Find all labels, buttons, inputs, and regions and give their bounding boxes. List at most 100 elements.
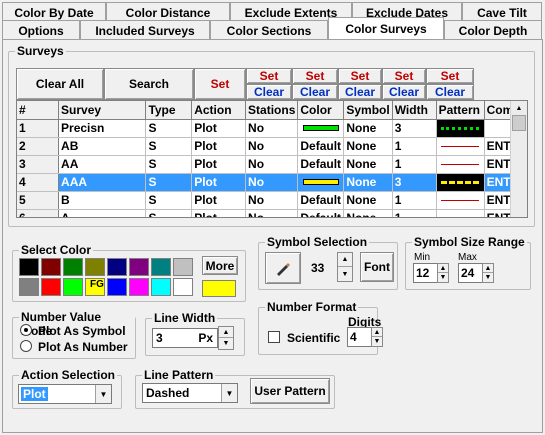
pattern-cell[interactable] xyxy=(436,173,485,192)
table-cell[interactable] xyxy=(297,119,345,138)
color-swatch[interactable] xyxy=(19,258,39,276)
pattern-cell[interactable] xyxy=(436,155,485,174)
table-cell[interactable]: S xyxy=(145,155,193,174)
table-cell[interactable]: Default xyxy=(297,191,345,210)
table-cell[interactable]: A xyxy=(58,209,147,217)
column-header[interactable]: Action xyxy=(191,101,247,120)
table-cell[interactable]: No xyxy=(245,137,299,156)
table-cell[interactable]: S xyxy=(145,191,193,210)
column-header[interactable]: Symbol xyxy=(343,101,393,120)
tab-color-sections[interactable]: Color Sections xyxy=(210,20,328,40)
max-size-spinner[interactable]: ▲ ▼ xyxy=(482,263,494,283)
column-header[interactable]: Stations xyxy=(245,101,299,120)
row-number[interactable]: 2 xyxy=(17,137,60,156)
plot-as-number-radio[interactable] xyxy=(20,340,32,352)
table-cell[interactable]: S xyxy=(145,173,193,192)
chevron-down-icon[interactable]: ▼ xyxy=(95,385,111,403)
color-swatch[interactable] xyxy=(173,258,193,276)
set-pattern-button[interactable]: Set xyxy=(426,68,474,84)
line-width-spinner[interactable]: ▲ ▼ xyxy=(218,326,234,350)
column-header[interactable]: # xyxy=(17,101,60,120)
table-cell[interactable]: 1 xyxy=(392,137,437,156)
color-swatch[interactable] xyxy=(63,278,83,296)
color-swatch[interactable] xyxy=(151,258,171,276)
column-header[interactable]: Type xyxy=(145,101,193,120)
scientific-checkbox[interactable] xyxy=(268,331,280,343)
symbol-picker-button[interactable] xyxy=(265,252,301,284)
table-cell[interactable]: None xyxy=(343,119,393,138)
table-cell[interactable]: Precisn xyxy=(58,119,147,138)
set-symbol-button[interactable]: Set xyxy=(338,68,382,84)
table-row[interactable]: 2 AB S Plot No Default None 1 ENTR xyxy=(17,137,527,156)
table-cell[interactable]: Plot xyxy=(191,155,247,174)
color-swatch[interactable] xyxy=(151,278,171,296)
table-cell[interactable]: S xyxy=(145,119,193,138)
table-cell[interactable]: None xyxy=(343,137,393,156)
set-action-button[interactable]: Set xyxy=(194,68,246,100)
table-cell[interactable]: Plot xyxy=(191,119,247,138)
tab-cave-tilt[interactable]: Cave Tilt xyxy=(462,2,542,22)
table-cell[interactable]: None xyxy=(343,173,393,192)
chevron-down-icon[interactable]: ▼ xyxy=(221,384,237,402)
color-swatch[interactable] xyxy=(129,278,149,296)
row-number[interactable]: 1 xyxy=(17,119,60,138)
color-swatch[interactable] xyxy=(107,258,127,276)
table-cell[interactable] xyxy=(297,173,345,192)
table-cell[interactable]: 1 xyxy=(392,209,437,217)
line-pattern-select[interactable]: Dashed ▼ xyxy=(142,383,238,403)
clear-width-button[interactable]: Clear xyxy=(382,84,426,100)
pattern-cell[interactable] xyxy=(436,119,485,138)
clear-pattern-button[interactable]: Clear xyxy=(426,84,474,100)
search-button[interactable]: Search xyxy=(104,68,194,100)
tab-included-surveys[interactable]: Included Surveys xyxy=(80,20,210,40)
color-swatch[interactable] xyxy=(173,278,193,296)
table-cell[interactable]: No xyxy=(245,209,299,217)
pattern-cell[interactable] xyxy=(436,209,485,217)
clear-stations-button[interactable]: Clear xyxy=(246,84,292,100)
table-cell[interactable]: None xyxy=(343,155,393,174)
color-swatch[interactable] xyxy=(63,258,83,276)
table-row[interactable]: 3 AA S Plot No Default None 1 ENTR xyxy=(17,155,527,174)
column-header[interactable]: Width xyxy=(392,101,437,120)
table-cell[interactable]: None xyxy=(343,191,393,210)
font-button[interactable]: Font xyxy=(360,252,394,282)
color-swatch[interactable] xyxy=(107,278,127,296)
spin-down-icon[interactable]: ▼ xyxy=(338,267,352,281)
user-pattern-button[interactable]: User Pattern xyxy=(250,378,330,404)
digits-spinner[interactable]: ▲ ▼ xyxy=(371,327,383,347)
set-color-button[interactable]: Set xyxy=(292,68,338,84)
line-width-field[interactable]: 3 Px xyxy=(152,328,218,348)
row-number[interactable]: 3 xyxy=(17,155,60,174)
plot-as-symbol-radio[interactable] xyxy=(20,324,32,336)
color-swatch[interactable] xyxy=(41,278,61,296)
table-cell[interactable]: Plot xyxy=(191,209,247,217)
column-header[interactable]: Survey xyxy=(58,101,147,120)
table-cell[interactable]: No xyxy=(245,155,299,174)
tab-options[interactable]: Options xyxy=(2,20,80,40)
table-cell[interactable]: S xyxy=(145,137,193,156)
max-size-field[interactable]: 24 ▲ ▼ xyxy=(458,263,494,283)
spin-up-icon[interactable]: ▲ xyxy=(338,253,352,267)
set-width-button[interactable]: Set xyxy=(382,68,426,84)
table-cell[interactable]: AA xyxy=(58,155,147,174)
min-size-field[interactable]: 12 ▲ ▼ xyxy=(413,263,449,283)
table-cell[interactable]: 3 xyxy=(392,119,437,138)
color-swatch[interactable] xyxy=(19,278,39,296)
table-cell[interactable]: AAA xyxy=(58,173,147,192)
table-cell[interactable]: No xyxy=(245,119,299,138)
table-cell[interactable]: AB xyxy=(58,137,147,156)
tab-color-depth[interactable]: Color Depth xyxy=(444,20,542,40)
table-cell[interactable]: Default xyxy=(297,209,345,217)
color-swatch[interactable] xyxy=(85,258,105,276)
clear-color-button[interactable]: Clear xyxy=(292,84,338,100)
scroll-up-icon[interactable]: ▲ xyxy=(511,101,527,115)
digits-field[interactable]: 4 xyxy=(347,327,373,347)
survey-table[interactable]: # Survey Type Action Stations Color Symb… xyxy=(16,100,528,218)
table-scrollbar[interactable]: ▲ xyxy=(510,101,527,217)
row-number[interactable]: 6 xyxy=(17,209,60,217)
table-cell[interactable]: Default xyxy=(297,137,345,156)
table-cell[interactable]: 3 xyxy=(392,173,437,192)
table-cell[interactable]: 1 xyxy=(392,191,437,210)
table-row[interactable]: 4 AAA S Plot No None 3 ENTR xyxy=(17,173,527,192)
scroll-thumb[interactable] xyxy=(512,115,526,131)
